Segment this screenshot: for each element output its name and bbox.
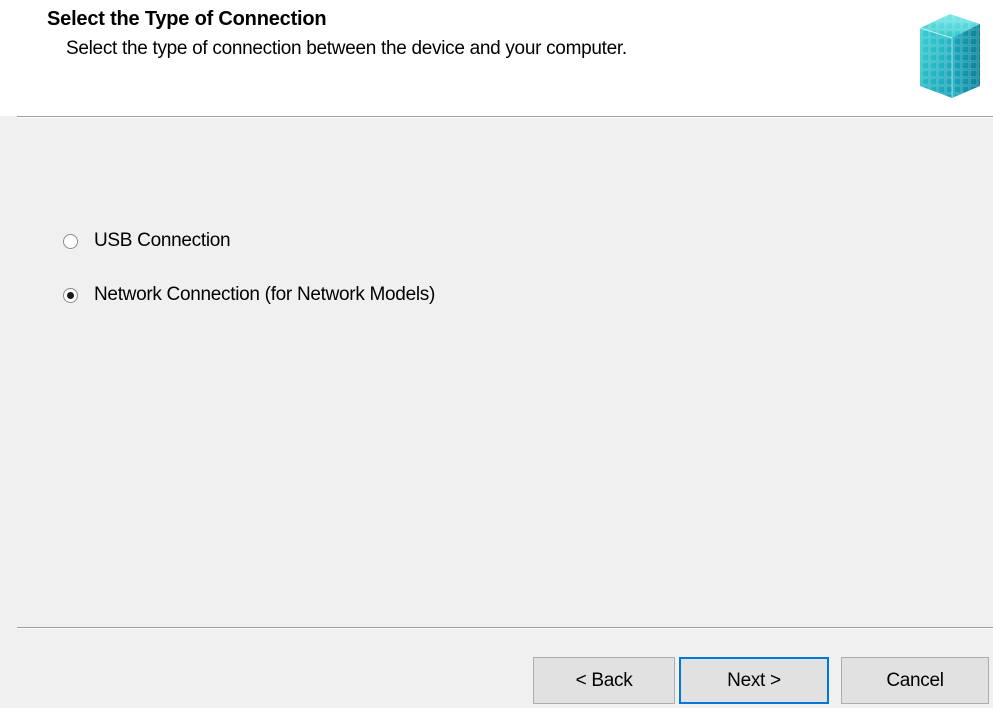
next-button[interactable]: Next > xyxy=(679,657,829,704)
setup-cubes-icon xyxy=(919,14,980,98)
page-title: Select the Type of Connection xyxy=(47,8,327,30)
wizard-header: Select the Type of Connection Select the… xyxy=(0,0,993,116)
usb-connection-option[interactable]: USB Connection xyxy=(63,228,231,254)
network-connection-label[interactable]: Network Connection (for Network Models) xyxy=(94,284,435,306)
back-button[interactable]: < Back xyxy=(533,657,675,704)
usb-connection-radio[interactable] xyxy=(63,233,78,249)
network-connection-radio[interactable] xyxy=(63,287,78,303)
footer-divider xyxy=(17,627,993,629)
cancel-button[interactable]: Cancel xyxy=(841,657,989,704)
usb-connection-label[interactable]: USB Connection xyxy=(94,230,231,252)
page-subtitle: Select the type of connection between th… xyxy=(66,38,627,59)
network-connection-option[interactable]: Network Connection (for Network Models) xyxy=(63,282,435,308)
connection-type-dialog: Select the Type of Connection Select the… xyxy=(0,0,993,708)
header-divider xyxy=(17,116,993,118)
